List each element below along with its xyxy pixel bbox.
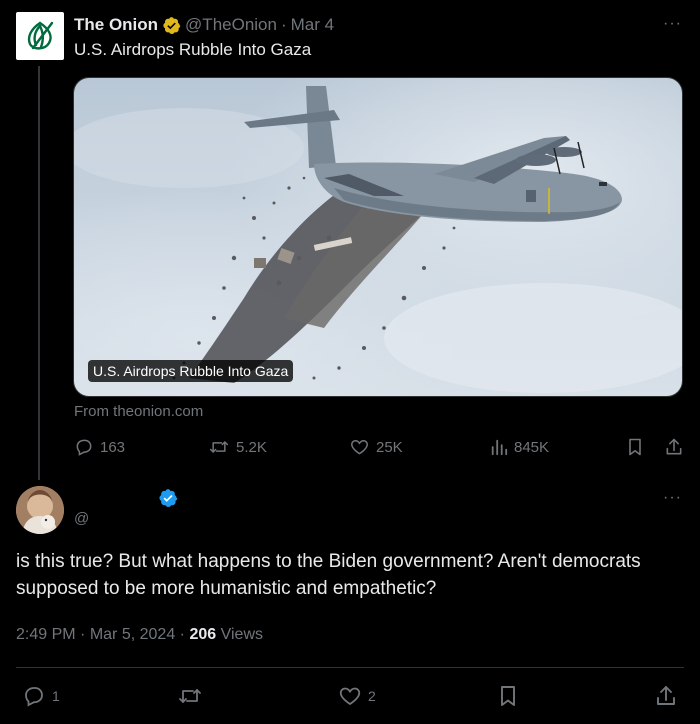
reply-actions-bar: 1 2 — [0, 684, 700, 708]
like-count: 2 — [368, 688, 376, 704]
reply-count: 1 — [52, 688, 60, 704]
reply-button[interactable]: 1 — [22, 684, 60, 708]
more-options-button[interactable]: ··· — [663, 16, 682, 32]
views-icon — [491, 439, 508, 456]
reply-date[interactable]: Mar 5, 2024 — [90, 626, 175, 643]
tweet-date[interactable]: Mar 4 — [291, 15, 334, 35]
reply-view-count: 206 — [189, 626, 217, 643]
divider — [16, 667, 684, 668]
gold-badge-icon[interactable] — [162, 16, 181, 35]
repost-button[interactable] — [177, 684, 209, 708]
views-button[interactable]: 845K — [490, 437, 549, 457]
bookmark-button[interactable] — [497, 684, 525, 708]
reply-more-options-button[interactable]: ··· — [663, 490, 682, 506]
link-card-image[interactable]: U.S. Airdrops Rubble Into Gaza — [73, 77, 683, 397]
media-caption: U.S. Airdrops Rubble Into Gaza — [88, 360, 294, 382]
repost-icon — [209, 441, 229, 453]
share-button[interactable] — [664, 437, 690, 457]
airplane-rubble-photo — [74, 78, 682, 396]
bookmark-icon — [629, 438, 641, 456]
tweet-text: U.S. Airdrops Rubble Into Gaza — [74, 40, 312, 59]
author-handle[interactable]: @TheOnion — [185, 15, 277, 35]
tweet-header: The Onion @TheOnion · Mar 4 — [74, 14, 334, 36]
bookmark-button[interactable] — [626, 437, 650, 457]
blue-verified-icon[interactable] — [158, 488, 178, 513]
like-button[interactable]: 25K — [349, 437, 403, 457]
like-button[interactable]: 2 — [338, 684, 376, 708]
reply-author-handle[interactable]: @ — [74, 510, 89, 527]
reply-icon — [76, 439, 92, 456]
thread-connector-line — [38, 66, 40, 480]
reply-icon — [25, 687, 43, 707]
share-icon — [666, 438, 682, 455]
tweet-actions-bar: 163 5.2K 25K 845K — [0, 437, 700, 459]
reply-text: is this true? But what happens to the Bi… — [16, 551, 641, 599]
heart-icon — [339, 687, 361, 706]
heart-icon — [351, 439, 368, 455]
author-name[interactable]: The Onion — [74, 15, 158, 35]
reply-meta: 2:49 PM · Mar 5, 2024 · 206 Views — [16, 626, 263, 644]
views-label: Views — [220, 626, 263, 643]
repost-button[interactable]: 5.2K — [208, 437, 267, 457]
onion-logo-icon[interactable] — [16, 12, 64, 60]
avatar[interactable] — [16, 486, 64, 534]
repost-icon — [179, 689, 201, 703]
dot-separator: · — [280, 15, 287, 34]
dot-separator: · — [80, 626, 86, 643]
like-count: 25K — [376, 438, 403, 456]
share-icon — [657, 686, 675, 705]
share-button[interactable] — [654, 684, 684, 708]
view-count: 845K — [514, 438, 550, 456]
reply-button[interactable]: 163 — [74, 437, 125, 457]
link-source[interactable]: From theonion.com — [74, 403, 203, 420]
repost-count: 5.2K — [236, 438, 267, 456]
bookmark-icon — [501, 686, 515, 706]
reply-count: 163 — [100, 438, 126, 456]
reply-time[interactable]: 2:49 PM — [16, 626, 76, 643]
dot-separator: · — [179, 626, 185, 643]
